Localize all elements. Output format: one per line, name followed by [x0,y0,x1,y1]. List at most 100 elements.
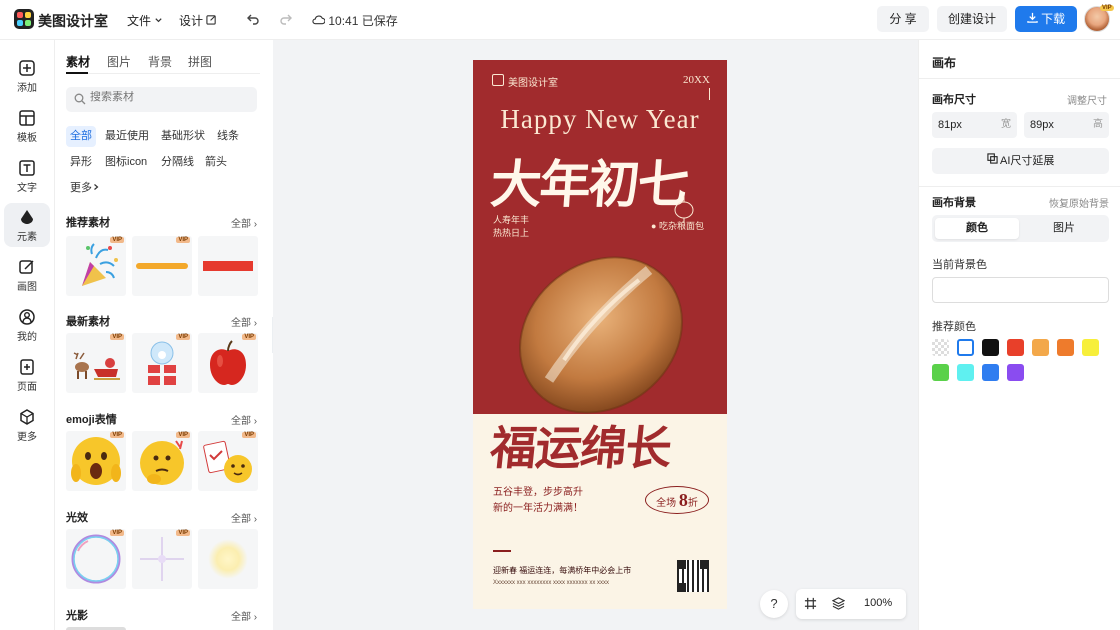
cloud-icon [312,15,326,25]
chip-dividers[interactable]: 分隔线 [157,152,198,173]
poster-brand[interactable]: 美图设计室 [508,74,558,89]
vip-badge: VIP [242,334,256,340]
adjust-size-link[interactable]: 调整尺寸 [1067,92,1107,107]
edit-icon [206,15,217,25]
search-box[interactable] [66,87,257,112]
asset-emoji-checklist[interactable]: VIP [198,431,258,491]
asset-snowglobe-gift[interactable]: VIP [132,333,192,393]
tab-images[interactable]: 图片 [107,53,131,70]
asset-emoji-thinking[interactable]: VIP [132,431,192,491]
poster-left-text[interactable]: 人寿年丰 热热日上 [493,214,529,240]
tab-materials[interactable]: 素材 [66,53,90,70]
restore-bg-link[interactable]: 恢复原始背景 [1049,195,1109,210]
see-all-link[interactable]: 全部 › [231,510,257,525]
save-status: 10:41 已保存 [312,12,398,29]
current-bg-color[interactable] [932,277,1109,303]
zoom-level[interactable]: 100% [864,597,892,609]
bread-image[interactable] [509,240,695,430]
bg-image-tab[interactable]: 图片 [1022,218,1106,239]
color-swatch[interactable] [932,339,949,356]
nav-text[interactable]: 文字 [4,154,50,198]
chip-lines[interactable]: 线条 [213,126,243,147]
see-all-link[interactable]: 全部 › [231,608,257,623]
layers-icon[interactable] [832,597,845,610]
share-button[interactable]: 分 享 [877,6,929,32]
plus-square-icon [19,60,35,76]
nav-draw[interactable]: 画图 [4,253,50,297]
search-input[interactable] [90,91,250,103]
color-swatch[interactable] [1057,339,1074,356]
asset-party-popper[interactable]: VIP [66,236,126,296]
asset-emoji-shocked[interactable]: VIP [66,431,126,491]
undo-icon[interactable] [246,12,260,26]
color-swatch[interactable] [957,364,974,381]
chip-basic-shapes[interactable]: 基础形状 [157,126,209,147]
width-input[interactable]: 81px 宽 [932,112,1017,138]
grid-icon[interactable] [804,597,817,610]
see-all-link[interactable]: 全部 › [231,412,257,427]
qr-code-image[interactable] [677,560,709,592]
asset-sparkle-light[interactable]: VIP [132,529,192,589]
bg-color-tab[interactable]: 颜色 [935,218,1019,239]
chip-arrows[interactable]: 箭头 [201,152,231,173]
recommended-colors-label: 推荐颜色 [932,321,976,333]
tab-backgrounds[interactable]: 背景 [148,53,172,70]
nav-mine[interactable]: 我的 [4,303,50,347]
color-swatch[interactable] [957,339,974,356]
tab-collage[interactable]: 拼图 [188,53,212,70]
color-swatch[interactable] [1082,339,1099,356]
color-swatch[interactable] [982,339,999,356]
canvas-bg-label: 画布背景 [932,197,976,209]
nav-pages[interactable]: 页面 [4,353,50,397]
download-button[interactable]: 下载 [1015,6,1077,32]
asset-glow-light[interactable] [198,529,258,589]
asset-reindeer-sleigh[interactable]: VIP [66,333,126,393]
tab-divider [66,73,260,74]
color-swatch[interactable] [982,364,999,381]
download-icon [1027,12,1038,23]
poster-year[interactable]: 20XX [683,74,710,86]
app-logo-icon[interactable] [14,9,34,29]
redo-icon[interactable] [279,12,293,26]
poster-accent-bar [493,550,511,552]
color-swatch[interactable] [932,364,949,381]
ai-extend-button[interactable]: AI尺寸延展 [932,148,1109,174]
canvas-toolbar: 100% [796,589,906,619]
see-all-link[interactable]: 全部 › [231,215,257,230]
chevron-right-icon [94,184,99,190]
asset-red-bar[interactable] [198,236,258,296]
left-nav: 添加 模板 文字 元素 画图 我的 页面 更多 [0,40,55,630]
create-design-button[interactable]: 创建设计 [937,6,1007,32]
help-button[interactable]: ? [760,590,788,618]
poster-footer-text[interactable]: 迎新春 福运连连，每满桥年中必会上市 Xxxxxxx xxx xxxxxxxx x… [493,564,631,590]
chip-recent[interactable]: 最近使用 [101,126,153,147]
see-all-link[interactable]: 全部 › [231,314,257,329]
nav-elements[interactable]: 元素 [4,203,50,247]
nav-template[interactable]: 模板 [4,104,50,148]
color-swatch[interactable] [1007,339,1024,356]
poster-canvas[interactable]: 美图设计室 20XX Happy New Year 大年初七 人寿年丰 热热日上 … [473,60,727,609]
design-menu[interactable]: 设计 [179,12,217,29]
poster-brand-icon [492,74,504,86]
poster-discount-badge[interactable]: 全场 8折 [645,486,709,514]
poster-english-title[interactable]: Happy New Year [473,104,727,135]
asset-apple[interactable]: VIP [198,333,258,393]
panel-title: 画布 [932,56,957,70]
chip-more[interactable]: 更多 [66,178,104,199]
asset-panel: 素材 图片 背景 拼图 全部 最近使用 基础形状 线条 异形 图标icon 分隔… [56,40,272,630]
file-menu[interactable]: 文件 [127,12,163,29]
color-swatch[interactable] [1032,339,1049,356]
asset-yellow-stroke[interactable]: VIP [132,236,192,296]
chip-irregular[interactable]: 异形 [66,152,96,173]
height-input[interactable]: 89px 高 [1024,112,1109,138]
poster-main-title[interactable]: 大年初七 [488,143,689,217]
template-icon [19,110,35,126]
nav-add[interactable]: 添加 [4,54,50,98]
chip-all[interactable]: 全部 [66,126,96,147]
asset-bubble-light[interactable]: VIP [66,529,126,589]
poster-slogan[interactable]: 五谷丰登，步步高升 新的一年活力满满！ [493,485,583,517]
nav-more[interactable]: 更多 [4,403,50,447]
poster-blessing-title[interactable]: 福运绵长 [488,412,675,478]
chip-icons[interactable]: 图标icon [101,152,151,173]
color-swatch[interactable] [1007,364,1024,381]
